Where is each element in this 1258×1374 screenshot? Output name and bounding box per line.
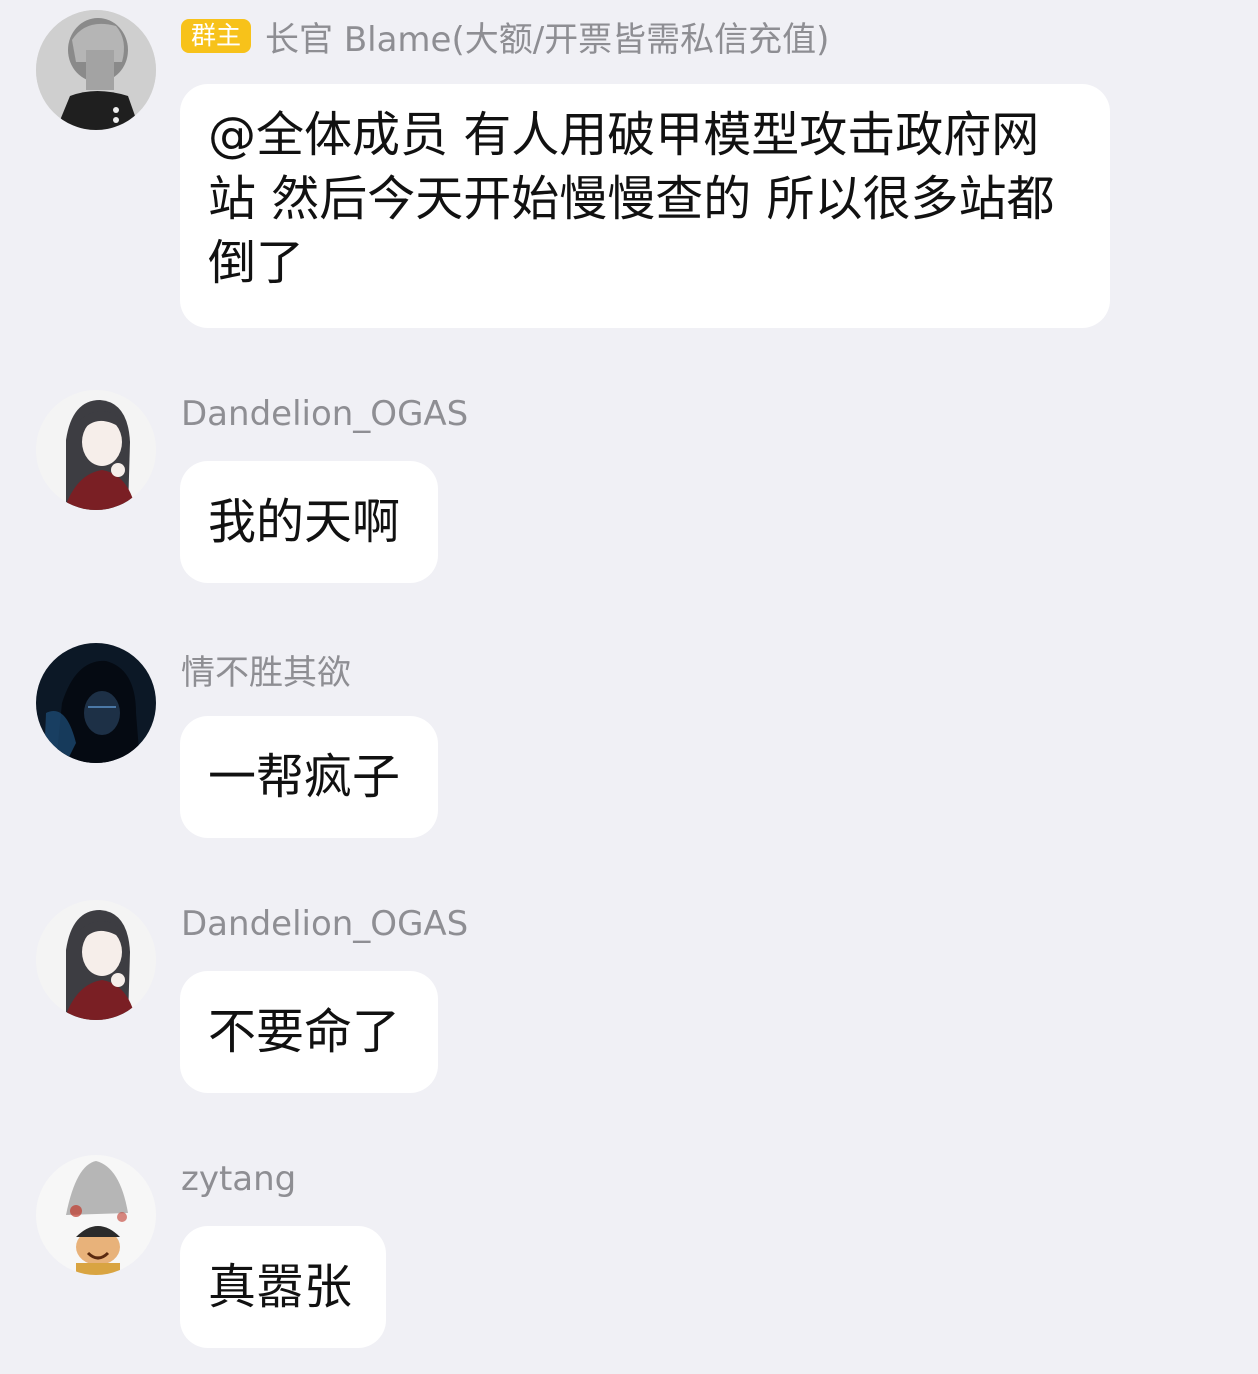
message-bubble[interactable]: 我的天啊 [180, 461, 438, 583]
chat-message: 情不胜其欲 一帮疯子 [0, 635, 1258, 845]
chat-message: Dandelion_OGAS 不要命了 [0, 890, 1258, 1100]
anime-girl-avatar-icon [36, 390, 156, 510]
cartoon-avatar-icon [36, 1155, 156, 1275]
anime-girl-avatar-icon [36, 900, 156, 1020]
sender-avatar[interactable] [36, 1155, 156, 1275]
portrait-avatar-icon [36, 10, 156, 130]
message-text: 不要命了 [208, 1004, 401, 1060]
sender-avatar[interactable] [36, 10, 156, 130]
sender-name[interactable]: Dandelion_OGAS [181, 904, 468, 944]
sender-row: Dandelion_OGAS [181, 392, 468, 436]
sender-row: 情不胜其欲 [181, 645, 351, 694]
sender-avatar[interactable] [36, 390, 156, 510]
chat-message: Dandelion_OGAS 我的天啊 [0, 380, 1258, 590]
message-bubble[interactable]: @全体成员 有人用破甲模型攻击政府网站 然后今天开始慢慢查的 所以很多站都倒了 [180, 84, 1110, 328]
message-bubble[interactable]: 真嚣张 [180, 1226, 386, 1348]
sender-row: Dandelion_OGAS [181, 902, 468, 946]
message-text: 我的天啊 [208, 494, 401, 550]
chat-message: zytang 真嚣张 [0, 1145, 1258, 1355]
chat-message: 群主 长官 Blame(大额/开票皆需私信充值) @全体成员 有人用破甲模型攻击… [0, 0, 1258, 340]
dark-hooded-avatar-icon [36, 643, 156, 763]
sender-name[interactable]: Dandelion_OGAS [181, 394, 468, 434]
message-bubble[interactable]: 不要命了 [180, 971, 438, 1093]
sender-name[interactable]: zytang [181, 1159, 296, 1199]
sender-row: 群主 长官 Blame(大额/开票皆需私信充值) [181, 12, 829, 61]
message-bubble[interactable]: 一帮疯子 [180, 716, 438, 838]
sender-avatar[interactable] [36, 643, 156, 763]
message-text: @全体成员 有人用破甲模型攻击政府网站 然后今天开始慢慢查的 所以很多站都倒了 [208, 107, 1055, 291]
sender-name[interactable]: 情不胜其欲 [181, 645, 351, 694]
sender-avatar[interactable] [36, 900, 156, 1020]
message-text: 一帮疯子 [208, 749, 401, 805]
sender-name[interactable]: 长官 Blame(大额/开票皆需私信充值) [265, 12, 829, 61]
message-text: 真嚣张 [208, 1259, 353, 1315]
sender-row: zytang [181, 1157, 296, 1201]
owner-badge: 群主 [181, 19, 252, 53]
